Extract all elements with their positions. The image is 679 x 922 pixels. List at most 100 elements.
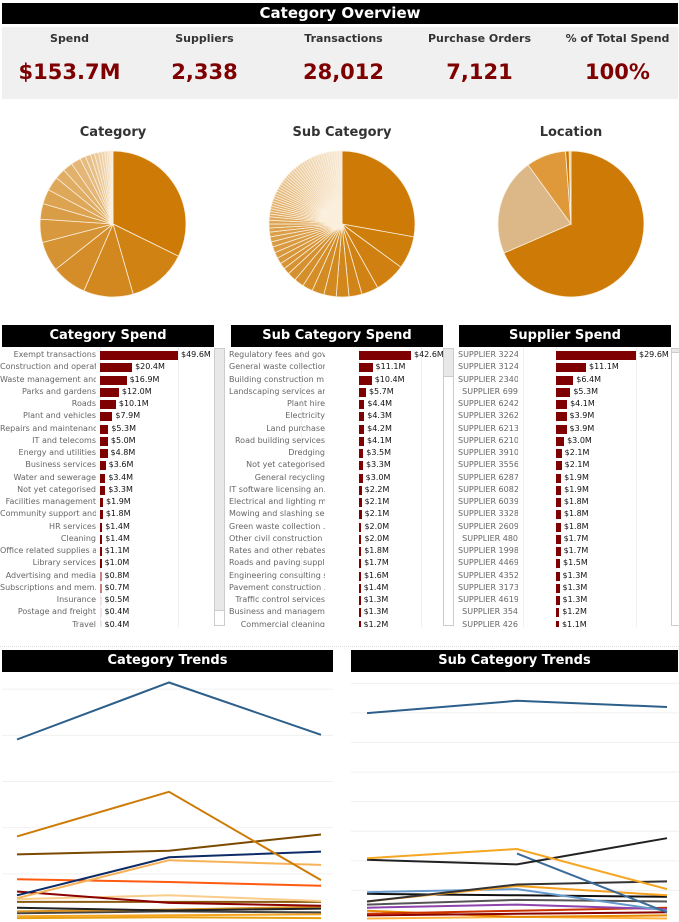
supplier-spend-scrollbar[interactable] [671, 348, 679, 626]
bar[interactable] [100, 424, 109, 434]
bar[interactable] [556, 608, 560, 618]
bar-row[interactable]: Rates and other rebates $1.8M [229, 545, 443, 557]
bar[interactable] [556, 596, 560, 605]
bar[interactable] [359, 375, 372, 385]
location-pie-chart[interactable] [496, 149, 646, 299]
bar-row[interactable]: Office related supplies a.. $1.1M [0, 545, 212, 557]
bar[interactable] [100, 583, 102, 593]
bar-row[interactable]: Not yet categorised $3.3M [229, 459, 443, 471]
bar-row[interactable]: General recycling $3.0M [229, 472, 443, 484]
bar[interactable] [359, 461, 364, 471]
kpi-suppliers[interactable]: Suppliers 2,338 [137, 27, 272, 99]
bar[interactable] [556, 620, 559, 627]
bar[interactable] [359, 485, 362, 495]
bar-row[interactable]: SUPPLIER 3910 $2.1M [458, 447, 670, 459]
bar[interactable] [100, 412, 113, 422]
bar[interactable] [359, 387, 366, 397]
bar-row[interactable]: Commercial cleaning $1.2M [229, 619, 443, 627]
bar-row[interactable]: Dredging $3.5M [229, 447, 443, 459]
trend-line[interactable] [16, 790, 322, 881]
bar[interactable] [556, 436, 565, 446]
bar[interactable] [359, 559, 362, 569]
bar-row[interactable]: SUPPLIER 3556 $2.1M [458, 459, 670, 471]
bar[interactable] [359, 534, 362, 544]
trend-line[interactable] [366, 903, 668, 911]
bar-row[interactable]: Travel $0.4M [0, 619, 212, 627]
bar[interactable] [100, 461, 106, 471]
kpi-percent-total-spend[interactable]: % of Total Spend 100% [550, 27, 679, 99]
bar[interactable] [556, 400, 568, 409]
kpi-transactions[interactable]: Transactions 28,012 [276, 27, 411, 99]
scroll-thumb[interactable] [444, 349, 453, 377]
bar-row[interactable]: SUPPLIER 699 $5.3M [458, 386, 670, 398]
bar[interactable] [556, 412, 567, 422]
bar-row[interactable]: Roads $10.1M [0, 398, 212, 410]
bar-row[interactable]: Regulatory fees and gov.. $42.6M [229, 349, 443, 361]
bar-row[interactable]: Parks and gardens $12.0M [0, 386, 212, 398]
trend-line[interactable] [16, 833, 322, 856]
bar[interactable] [359, 571, 361, 581]
bar-row[interactable]: IT software licensing an.. $2.2M [229, 484, 443, 496]
bar[interactable] [359, 547, 362, 556]
bar[interactable] [100, 363, 133, 373]
subcategory-spend-list[interactable]: Regulatory fees and gov.. $42.6M General w… [229, 347, 443, 627]
bar[interactable] [100, 620, 102, 627]
bar-row[interactable]: SUPPLIER 480 $1.7M [458, 533, 670, 545]
bar[interactable] [100, 608, 102, 618]
bar-row[interactable]: SUPPLIER 354 $1.2M [458, 606, 670, 618]
bar-row[interactable]: General waste collection.. $11.1M [229, 361, 443, 373]
bar[interactable] [100, 449, 108, 458]
bar-row[interactable]: Subscriptions and mem.. $0.7M [0, 582, 212, 594]
bar[interactable] [100, 485, 106, 495]
bar[interactable] [359, 473, 363, 483]
bar-row[interactable]: HR services $1.4M [0, 521, 212, 533]
category-spend-list[interactable]: Exempt transactions $49.6M Construction an… [0, 347, 212, 627]
bar-row[interactable]: SUPPLIER 6039 $1.8M [458, 496, 670, 508]
bar-row[interactable]: Electrical and lighting m.. $2.1M [229, 496, 443, 508]
bar-row[interactable]: Library services $1.0M [0, 557, 212, 569]
bar[interactable] [556, 473, 562, 483]
bar[interactable] [100, 498, 103, 507]
bar[interactable] [556, 449, 562, 458]
bar-row[interactable]: SUPPLIER 3328 $1.8M [458, 508, 670, 520]
bar[interactable] [100, 510, 103, 520]
bar[interactable] [100, 436, 108, 446]
bar[interactable] [100, 596, 102, 605]
bar-row[interactable]: SUPPLIER 6242 $4.1M [458, 398, 670, 410]
bar-row[interactable]: Community support and.. $1.8M [0, 508, 212, 520]
bar-row[interactable]: SUPPLIER 4352 $1.3M [458, 570, 670, 582]
bar-row[interactable]: IT and telecoms $5.0M [0, 435, 212, 447]
bar[interactable] [359, 351, 411, 360]
bar[interactable] [100, 351, 178, 360]
bar[interactable] [359, 449, 364, 458]
bar[interactable] [359, 424, 365, 434]
trend-line[interactable] [16, 913, 322, 918]
bar[interactable] [556, 547, 561, 556]
bar[interactable] [359, 608, 361, 618]
bar[interactable] [359, 522, 362, 532]
bar[interactable] [556, 583, 560, 593]
bar-row[interactable]: Business and managem.. $1.3M [229, 606, 443, 618]
bar[interactable] [100, 559, 102, 569]
bar[interactable] [556, 424, 567, 434]
bar[interactable] [359, 498, 362, 507]
bar-row[interactable]: Postage and freight $0.4M [0, 606, 212, 618]
bar-row[interactable]: Engineering consulting s.. $1.6M [229, 570, 443, 582]
bar[interactable] [556, 351, 636, 360]
bar-row[interactable]: SUPPLIER 1998 $1.7M [458, 545, 670, 557]
bar-row[interactable]: SUPPLIER 426 $1.1M [458, 619, 670, 627]
bar[interactable] [359, 363, 373, 373]
bar-row[interactable]: Road building services $4.1M [229, 435, 443, 447]
bar-row[interactable]: Construction and operat.. $20.4M [0, 361, 212, 373]
bar[interactable] [359, 596, 361, 605]
subcategory-trends-chart[interactable] [351, 673, 679, 922]
bar-row[interactable]: SUPPLIER 3124 $11.1M [458, 361, 670, 373]
kpi-spend[interactable]: Spend $153.7M [2, 27, 137, 99]
category-pie-chart[interactable] [38, 149, 188, 299]
scroll-thumb[interactable] [215, 349, 224, 611]
bar-row[interactable]: Green waste collection .. $2.0M [229, 521, 443, 533]
subcategory-pie-chart[interactable] [267, 149, 417, 299]
category-spend-scrollbar[interactable] [214, 348, 225, 626]
bar-row[interactable]: Exempt transactions $49.6M [0, 349, 212, 361]
bar-row[interactable]: Cleaning $1.4M [0, 533, 212, 545]
